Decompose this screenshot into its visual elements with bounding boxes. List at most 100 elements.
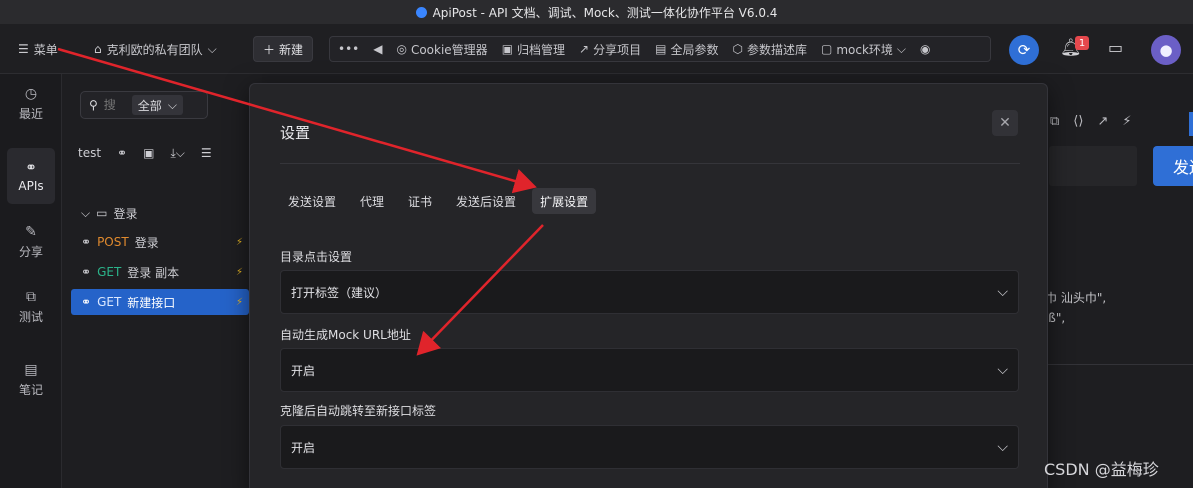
chevron-down-icon: ⌵ <box>81 205 91 220</box>
chevron-down-icon: ⌵ <box>167 97 177 112</box>
clone-jump-select[interactable]: 开启 ⌵ <box>280 425 1019 469</box>
bolt-icon: ⚡ <box>235 266 243 278</box>
global-params-label: 全局参数 <box>670 42 719 57</box>
send-button[interactable]: 发送 <box>1153 146 1193 186</box>
copy-icon[interactable]: ⧉ <box>1050 114 1059 129</box>
link-icon: ⚭ <box>81 265 92 279</box>
hamburger-icon: ☰ <box>18 42 29 56</box>
add-link-icon[interactable]: ⚭ <box>117 146 127 160</box>
directory-click-select[interactable]: 打开标签（建议） ⌵ <box>280 270 1019 314</box>
url-input[interactable] <box>1049 146 1137 186</box>
tab-extension-settings[interactable]: 扩展设置 <box>532 188 597 214</box>
mock-env-select[interactable]: ▢ mock环境 ⌵ <box>821 41 906 58</box>
sidebar-item-test[interactable]: ⧉ 测试 <box>7 279 55 335</box>
response-text-line: 巾 汕头巾", <box>1045 291 1107 305</box>
tab-post-send-settings[interactable]: 发送后设置 <box>448 188 524 214</box>
sidebar-item-recent[interactable]: ◷ 最近 <box>7 76 55 132</box>
app-window: ApiPost - API 文档、调试、Mock、测试一体化协作平台 V6.0.… <box>0 0 1193 488</box>
top-bar: ☰ 菜单 ⌂ 克利欧的私有团队 ⌵ ＋ 新建 ••• ◀ ◎ Cookie管理器 … <box>0 24 1193 74</box>
import-icon[interactable]: ⤓⌵ <box>170 146 184 161</box>
cookie-icon: ◎ <box>396 42 407 56</box>
sync-button[interactable]: ⟳ <box>1009 35 1039 65</box>
global-params-button[interactable]: ▤ 全局参数 <box>655 41 718 58</box>
select-value: 开启 <box>291 363 316 378</box>
settings-tabs: 发送设置 代理 证书 发送后设置 扩展设置 <box>280 188 604 214</box>
chevron-down-icon: ⌵ <box>997 362 1008 378</box>
toolbar-strip: ••• ◀ ◎ Cookie管理器 ▣ 归档管理 ↗ 分享项目 ▤ 全局参数 ⬡ 参数描述… <box>329 36 991 62</box>
editor-toolbar: ⧉ ⟨⟩ ↗ ⚡ <box>1050 114 1132 129</box>
left-sidebar: ◷ 最近 ⚭ APIs ✎ 分享 ⧉ 测试 ▤ 笔记 <box>0 74 62 488</box>
tree-item[interactable]: ⚭ GET 登录 副本 ⚡ <box>71 259 249 285</box>
modal-title: 设置 <box>280 124 311 142</box>
share-icon[interactable]: ↗ <box>1097 114 1108 129</box>
chevron-down-icon: ⌵ <box>997 439 1008 455</box>
tree-item[interactable]: ⚭ POST 登录 ⚡ <box>71 229 249 255</box>
sidebar-item-label: 分享 <box>18 245 43 259</box>
avatar[interactable]: ● <box>1151 35 1181 65</box>
filter-select[interactable]: 全部 ⌵ <box>131 95 183 115</box>
share-project-button[interactable]: ↗ 分享项目 <box>579 41 641 58</box>
archive-button[interactable]: ▣ 归档管理 <box>502 41 565 58</box>
title-bar: ApiPost - API 文档、调试、Mock、测试一体化协作平台 V6.0.… <box>0 0 1193 24</box>
method-badge: GET <box>97 295 122 309</box>
share-icon: ↗ <box>579 42 590 56</box>
api-label: 新建接口 <box>127 295 176 310</box>
method-badge: POST <box>97 235 129 249</box>
new-button[interactable]: ＋ 新建 <box>253 36 313 62</box>
cookie-manager-button[interactable]: ◎ Cookie管理器 <box>396 41 487 58</box>
apipost-logo-icon <box>415 6 427 18</box>
eye-icon[interactable]: ◉ <box>920 42 930 56</box>
api-label: 登录 <box>134 235 159 250</box>
link-icon: ⚭ <box>81 235 92 249</box>
tab-send-settings[interactable]: 发送设置 <box>280 188 344 214</box>
select-value: 开启 <box>291 440 316 455</box>
response-text-line: 'ß", <box>1045 311 1066 325</box>
settings-modal: 设置 ✕ 发送设置 代理 证书 发送后设置 扩展设置 目录点击设置 打开标签（建… <box>249 83 1048 488</box>
scroll-left-icon[interactable]: ◀ <box>373 42 382 56</box>
params-icon: ▤ <box>655 42 667 56</box>
mock-env-label: mock环境 <box>836 42 893 57</box>
watermark: CSDN @益梅珍 <box>1044 460 1159 479</box>
sidebar-item-share[interactable]: ✎ 分享 <box>7 214 55 270</box>
team-selector[interactable]: ⌂ 克利欧的私有团队 ⌵ <box>94 38 217 60</box>
tree-item-active[interactable]: ⚭ GET 新建接口 ⚡ <box>71 289 249 315</box>
notification-badge: 1 <box>1075 36 1089 50</box>
code-icon[interactable]: ⟨⟩ <box>1073 114 1083 129</box>
menu-label: 菜单 <box>33 42 58 57</box>
flash-icon[interactable]: ⚡ <box>1122 114 1131 129</box>
api-label: 登录 副本 <box>127 265 180 280</box>
tab-proxy[interactable]: 代理 <box>352 188 392 214</box>
plus-icon: ＋ <box>262 42 275 57</box>
collapse-icon[interactable]: ☰ <box>201 146 212 160</box>
user-icon: ● <box>1159 41 1173 59</box>
menu-button[interactable]: ☰ 菜单 <box>18 38 58 60</box>
param-library-button[interactable]: ⬡ 参数描述库 <box>732 41 807 58</box>
notes-icon[interactable]: ▭ <box>1108 38 1123 57</box>
sync-icon: ⟳ <box>1017 41 1031 59</box>
send-label: 发送 <box>1173 158 1193 177</box>
search-input[interactable] <box>103 98 126 112</box>
team-name: 克利欧的私有团队 <box>106 42 203 57</box>
window-title: ApiPost - API 文档、调试、Mock、测试一体化协作平台 V6.0.… <box>432 5 778 20</box>
mock-url-label: 自动生成Mock URL地址 <box>280 328 411 342</box>
share-icon: ✎ <box>25 224 37 240</box>
tab-certificate[interactable]: 证书 <box>400 188 440 214</box>
cube-icon: ⬡ <box>732 42 743 56</box>
new-folder-icon[interactable]: ▣ <box>143 146 154 160</box>
archive-label: 归档管理 <box>517 42 566 57</box>
sidebar-item-apis[interactable]: ⚭ APIs <box>7 148 55 204</box>
mock-url-select[interactable]: 开启 ⌵ <box>280 348 1019 392</box>
close-button[interactable]: ✕ <box>992 110 1018 136</box>
bolt-icon: ⚡ <box>235 296 243 308</box>
more-icon[interactable]: ••• <box>338 42 359 56</box>
new-label: 新建 <box>279 42 304 57</box>
sidebar-item-label: 最近 <box>18 107 43 121</box>
clone-jump-label: 克隆后自动跳转至新接口标签 <box>280 404 437 418</box>
folder-label: 登录 <box>113 206 138 221</box>
folder-icon: ▭ <box>96 206 108 220</box>
tree-folder[interactable]: ⌵ ▭ 登录 <box>71 200 249 226</box>
chevron-down-icon: ⌵ <box>207 41 217 56</box>
clock-icon: ◷ <box>24 86 38 102</box>
sidebar-item-notes[interactable]: ▤ 笔记 <box>7 352 55 408</box>
sidebar-item-label: 测试 <box>18 310 43 324</box>
